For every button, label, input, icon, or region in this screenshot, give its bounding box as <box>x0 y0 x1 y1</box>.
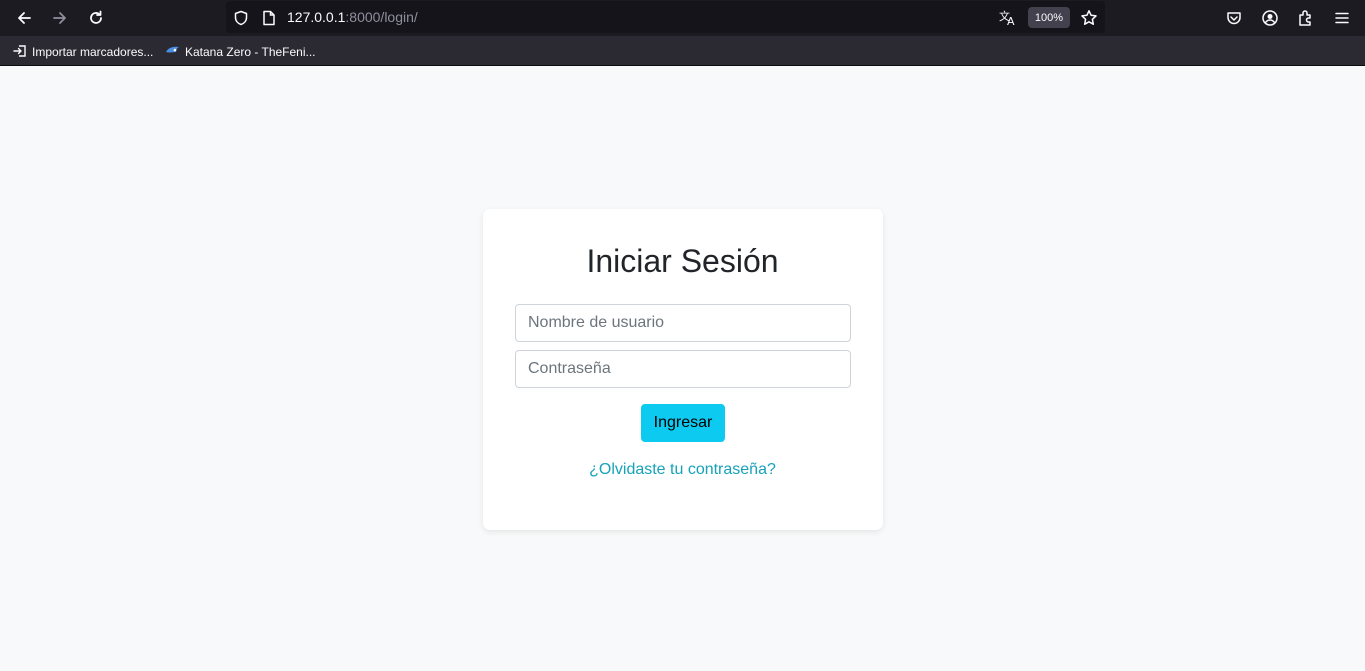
reload-icon[interactable] <box>84 6 108 30</box>
back-icon[interactable] <box>12 6 36 30</box>
import-icon <box>13 44 27 61</box>
page-title: Iniciar Sesión <box>586 243 779 279</box>
bookmark-label: Importar marcadores... <box>32 45 154 59</box>
forward-icon[interactable] <box>48 6 72 30</box>
bookmark-katana-zero[interactable]: Katana Zero - TheFeni... <box>165 43 316 61</box>
url-text[interactable]: 127.0.0.1:8000/login/ <box>287 9 418 25</box>
url-host: 127.0.0.1 <box>287 9 346 25</box>
bookmark-star-icon[interactable] <box>1077 6 1101 30</box>
bookmark-label: Katana Zero - TheFeni... <box>185 45 316 59</box>
menu-icon[interactable] <box>1330 6 1354 30</box>
extensions-icon[interactable] <box>1294 6 1318 30</box>
pocket-icon[interactable] <box>1222 6 1246 30</box>
zoom-level-badge[interactable]: 100% <box>1028 7 1070 28</box>
page-icon[interactable] <box>257 6 281 30</box>
translate-icon[interactable]: 文A <box>996 6 1020 30</box>
bookmark-import[interactable]: Importar marcadores... <box>13 43 153 61</box>
shield-icon[interactable] <box>229 6 253 30</box>
url-path: :8000/login/ <box>345 9 418 25</box>
username-input[interactable] <box>515 304 851 342</box>
svg-text:A: A <box>1007 15 1015 27</box>
account-icon[interactable] <box>1258 6 1282 30</box>
forgot-password-link[interactable]: ¿Olvidaste tu contraseña? <box>589 461 776 478</box>
login-button[interactable]: Ingresar <box>641 404 725 442</box>
forgot-password-container: ¿Olvidaste tu contraseña? <box>0 461 1365 479</box>
password-input[interactable] <box>515 350 851 388</box>
site-favicon <box>165 44 180 61</box>
